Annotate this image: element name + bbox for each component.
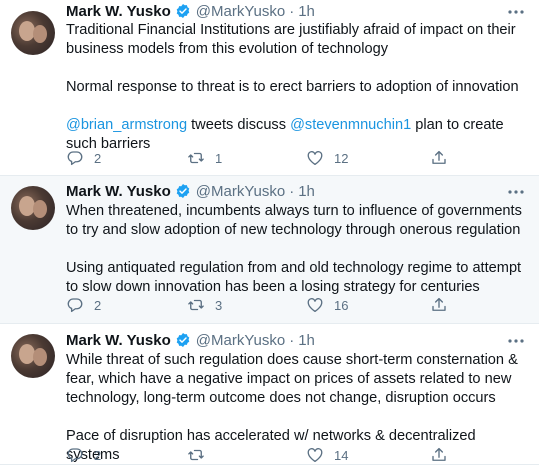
tweet-text-fragment: tweets discuss [187,117,291,133]
tweet-actions: 2 3 16 [66,295,496,315]
tweet-paragraph: Normal response to threat is to erect ba… [66,79,519,95]
retweet-button[interactable]: 1 [187,148,222,168]
tweet-header: Mark W. Yusko @MarkYusko · 1h [66,330,315,350]
reply-count: 2 [94,447,102,463]
author-handle[interactable]: @MarkYusko [196,332,285,349]
retweet-icon [188,449,204,461]
avatar[interactable] [11,11,55,55]
tweet-time[interactable]: 1h [298,183,315,200]
like-icon [307,298,323,313]
more-icon[interactable] [507,3,525,21]
avatar[interactable] [11,334,55,378]
mention-link[interactable]: @stevenmnuchin1 [290,117,411,133]
verified-badge-icon [176,184,190,198]
tweet-paragraph: When threatened, incumbents always turn … [66,203,522,238]
like-button[interactable]: 12 [306,148,348,168]
reply-button[interactable]: 2 [66,445,101,465]
reply-button[interactable]: 2 [66,148,101,168]
tweet-paragraph: Using antiquated regulation from and old… [66,260,522,295]
tweet[interactable]: Mark W. Yusko @MarkYusko · 1h When threa… [0,176,539,324]
avatar[interactable] [11,186,55,230]
verified-badge-icon [176,333,190,347]
tweet-text: When threatened, incumbents always turn … [66,202,528,297]
author-name[interactable]: Mark W. Yusko [66,3,171,20]
tweet-paragraph: While threat of such regulation does cau… [66,352,518,406]
reply-count: 2 [94,150,102,166]
verified-badge-icon [176,4,190,18]
author-handle[interactable]: @MarkYusko [196,183,285,200]
tweet-paragraph: Traditional Financial Institutions are j… [66,22,516,57]
separator-dot: · [289,182,295,200]
reply-icon [67,298,83,313]
retweet-button[interactable]: 3 [187,295,222,315]
like-button[interactable]: 14 [306,445,348,465]
share-button[interactable] [430,445,448,465]
like-count: 12 [334,150,349,166]
reply-icon [67,448,83,463]
share-icon [432,150,446,164]
separator-dot: · [289,2,295,20]
share-icon [432,297,446,311]
retweet-icon [188,299,204,311]
mention-link[interactable]: @brian_armstrong [66,117,187,133]
retweet-count: 1 [215,150,223,166]
tweet-time[interactable]: 1h [298,3,315,20]
tweet[interactable]: Mark W. Yusko @MarkYusko · 1h Traditiona… [0,0,539,176]
tweet[interactable]: Mark W. Yusko @MarkYusko · 1h While thre… [0,324,539,465]
more-icon[interactable] [507,332,525,350]
reply-icon [67,151,83,166]
retweet-count: 3 [215,297,223,313]
separator-dot: · [289,331,295,349]
share-button[interactable] [430,148,448,168]
reply-button[interactable]: 2 [66,295,101,315]
tweet-header: Mark W. Yusko @MarkYusko · 1h [66,181,315,201]
like-button[interactable]: 16 [306,295,348,315]
author-handle[interactable]: @MarkYusko [196,3,285,20]
reply-count: 2 [94,297,102,313]
author-name[interactable]: Mark W. Yusko [66,332,171,349]
retweet-icon [188,152,204,164]
share-icon [432,447,446,461]
tweet-text: Traditional Financial Institutions are j… [66,21,528,154]
tweet-actions: 2 14 [66,445,496,465]
like-icon [307,448,323,463]
share-button[interactable] [430,295,448,315]
like-count: 16 [334,297,349,313]
tweet-time[interactable]: 1h [298,332,315,349]
more-icon[interactable] [507,183,525,201]
tweet-header: Mark W. Yusko @MarkYusko · 1h [66,1,315,21]
like-count: 14 [334,447,349,463]
author-name[interactable]: Mark W. Yusko [66,183,171,200]
tweet-actions: 2 1 12 [66,148,496,168]
like-icon [307,151,323,166]
retweet-button[interactable] [187,445,215,465]
